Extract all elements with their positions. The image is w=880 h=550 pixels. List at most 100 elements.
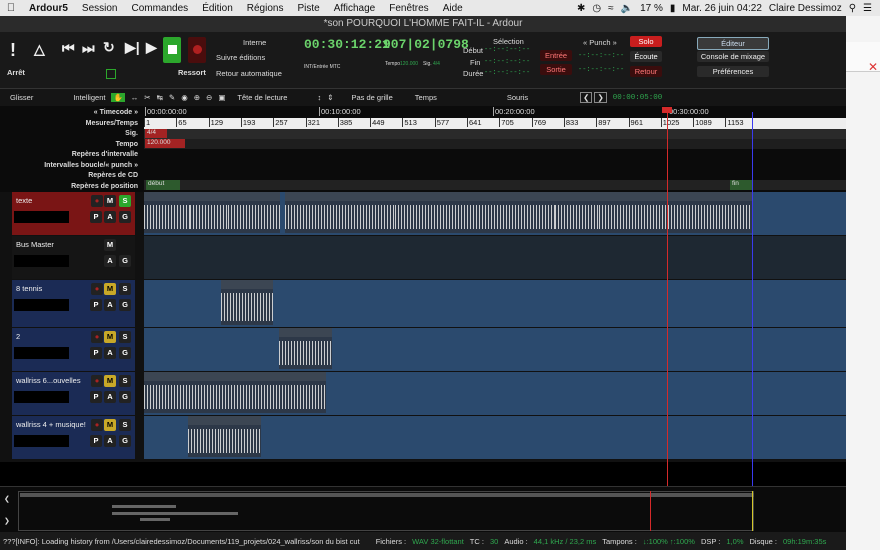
mute-button[interactable]: M — [104, 375, 116, 387]
punch-out-button[interactable]: Sortie — [540, 64, 572, 75]
mute-button[interactable]: M — [104, 239, 116, 251]
goto-end-icon[interactable]: ⏭ — [82, 40, 95, 57]
track-name-field[interactable] — [14, 255, 69, 267]
record-arm-button[interactable]: ● — [91, 331, 103, 343]
user-name[interactable]: Claire Dessimoz — [769, 3, 842, 14]
track-name[interactable]: 2 — [16, 332, 20, 341]
track-header[interactable]: Bus Master M A G — [12, 236, 135, 279]
ruler-timecode-label[interactable]: « Timecode » — [0, 108, 138, 119]
sel-end-clock[interactable]: --:--:--:-- — [484, 58, 530, 66]
sel-length-clock[interactable]: --:--:--:-- — [484, 69, 530, 77]
playhead[interactable] — [667, 112, 668, 486]
track-name-field[interactable] — [14, 299, 69, 311]
ruler-cd-label[interactable]: Repères de CD — [0, 171, 138, 182]
stop-button[interactable] — [163, 37, 181, 63]
audio-region[interactable]: mont — [220, 192, 228, 233]
nudge-forward-icon[interactable]: ❯ — [594, 92, 607, 103]
nudge-back-icon[interactable]: ❮ — [580, 92, 593, 103]
primary-clock[interactable]: 00:30:12:21 — [304, 37, 390, 52]
summary-pane[interactable]: ❮ ❯ — [0, 486, 846, 532]
audition-tool-icon[interactable]: ◉ — [181, 93, 188, 102]
sync-internal[interactable]: Interne — [243, 38, 266, 47]
sync-follow-edits[interactable]: Suivre éditions — [216, 53, 265, 62]
preferences-button[interactable]: Préférences — [697, 66, 769, 77]
play-icon[interactable]: ▶ — [146, 39, 157, 56]
start-marker[interactable]: début — [146, 180, 180, 190]
panic-icon[interactable]: ! — [10, 40, 16, 61]
bbt-ruler[interactable]: 1 65 129 193 257 321 385 449 513 577 641 705 769 833 8… — [144, 118, 846, 129]
solo-button[interactable]: S — [119, 331, 131, 343]
goto-start-icon[interactable]: ⏮ — [62, 40, 75, 57]
play-range-icon[interactable]: ▶| — [125, 39, 140, 56]
track-name[interactable]: texte — [16, 196, 32, 205]
track-name-field[interactable] — [14, 211, 69, 223]
nudge-clock[interactable]: 00:00:05:00 — [613, 94, 663, 102]
metronome-icon[interactable]: △ — [34, 41, 45, 58]
record-button[interactable] — [188, 37, 206, 63]
end-marker[interactable]: fin — [730, 180, 752, 190]
mute-button[interactable]: M — [104, 419, 116, 431]
audio-region[interactable]: montage sé — [545, 192, 555, 233]
loop-icon[interactable]: ↻ — [103, 39, 115, 56]
group-button[interactable]: G — [119, 435, 131, 447]
draw-tool-icon[interactable]: ✎ — [169, 93, 175, 102]
ruler-sig-label[interactable]: Sig. — [0, 129, 138, 140]
zoom-focus-select[interactable]: Tête de lecture — [237, 93, 287, 102]
ruler-markers-label[interactable]: Repères de position — [0, 182, 138, 193]
list-icon[interactable]: ☰ — [863, 3, 872, 14]
battery-percent[interactable]: 17 % — [640, 3, 663, 14]
menu-aide[interactable]: Aide — [436, 3, 470, 14]
track-name-field[interactable] — [14, 391, 69, 403]
return-button[interactable]: Retour — [630, 66, 662, 77]
bluetooth-icon[interactable]: ✱ — [577, 3, 585, 14]
automation-button[interactable]: A — [104, 435, 116, 447]
summary-left-icon[interactable]: ❮ — [4, 495, 10, 503]
audio-region[interactable]: montage sévelin 6.28 — [258, 192, 280, 233]
expand-tracks-icon[interactable]: ⇕ — [327, 93, 333, 102]
audio-region[interactable]: montage sévelin 6. — [689, 192, 753, 233]
automation-button[interactable]: A — [104, 391, 116, 403]
track-lane[interactable]: montage smontage smontmontmontage séveli… — [144, 192, 846, 235]
tempo-marker[interactable]: 120.000 — [145, 139, 185, 148]
playlist-button[interactable]: P — [90, 435, 102, 447]
edit-point-select[interactable]: Souris — [507, 93, 528, 102]
audio-region[interactable]: montage s — [515, 192, 545, 233]
sync-auto-return[interactable]: Retour automatique — [216, 69, 282, 78]
clock-icon[interactable]: ◷ — [592, 3, 601, 14]
datetime[interactable]: Mar. 26 juin 04:22 — [682, 3, 762, 14]
track-header[interactable]: 2 ● M S P A G — [12, 328, 135, 371]
listen-button[interactable]: Écoute — [630, 51, 662, 62]
automation-button[interactable]: A — [104, 299, 116, 311]
automation-button[interactable]: A — [104, 347, 116, 359]
mixer-button[interactable]: Console de mixage — [697, 51, 769, 62]
record-arm-button[interactable]: ● — [91, 283, 103, 295]
menu-fenetres[interactable]: Fenêtres — [382, 3, 435, 14]
grid-type-select[interactable]: Temps — [415, 93, 437, 102]
zoom-fit-icon[interactable]: ▣ — [218, 93, 225, 102]
follow-checkbox[interactable] — [106, 69, 116, 79]
audio-region[interactable]: montage sévelin 6.49 — [395, 192, 515, 233]
ruler-range-label[interactable]: Repères d'intervalle — [0, 150, 138, 161]
grid-mode-select[interactable]: Pas de grille — [352, 93, 393, 102]
shrink-tracks-icon[interactable]: ↕ — [317, 93, 321, 102]
solo-button[interactable]: S — [119, 195, 131, 207]
audio-region[interactable]: wallriss 6 + nouvelles.7 — [222, 372, 326, 413]
track-header[interactable]: wallriss 6...ouvelles ● M S P A G — [12, 372, 135, 415]
track-lane[interactable]: wallriss 4 wallriss 4 — [144, 416, 846, 459]
punch-out-clock[interactable]: --:--:--:-- — [578, 66, 624, 74]
edit-mode-select[interactable]: Glisser — [10, 93, 33, 102]
range-tool-icon[interactable]: ↔ — [131, 93, 139, 102]
audio-region[interactable]: montage sévelin 6.28 — [285, 192, 395, 233]
playlist-button[interactable]: P — [90, 299, 102, 311]
audio-region[interactable]: montage s — [144, 192, 190, 233]
group-button[interactable]: G — [119, 255, 131, 267]
punch-in-button[interactable]: Entrée — [540, 50, 572, 61]
track-header[interactable]: 8 tennis ● M S P A G — [12, 280, 135, 327]
automation-button[interactable]: A — [104, 211, 116, 223]
record-arm-button[interactable]: ● — [91, 419, 103, 431]
track-name[interactable]: 8 tennis — [16, 284, 42, 293]
group-button[interactable]: G — [119, 211, 131, 223]
track-lane[interactable]: 8 tennis.11 — [144, 280, 846, 327]
ruler-bbt-label[interactable]: Mesures/Temps — [0, 119, 138, 130]
sig-marker[interactable]: 4/4 — [145, 129, 167, 138]
